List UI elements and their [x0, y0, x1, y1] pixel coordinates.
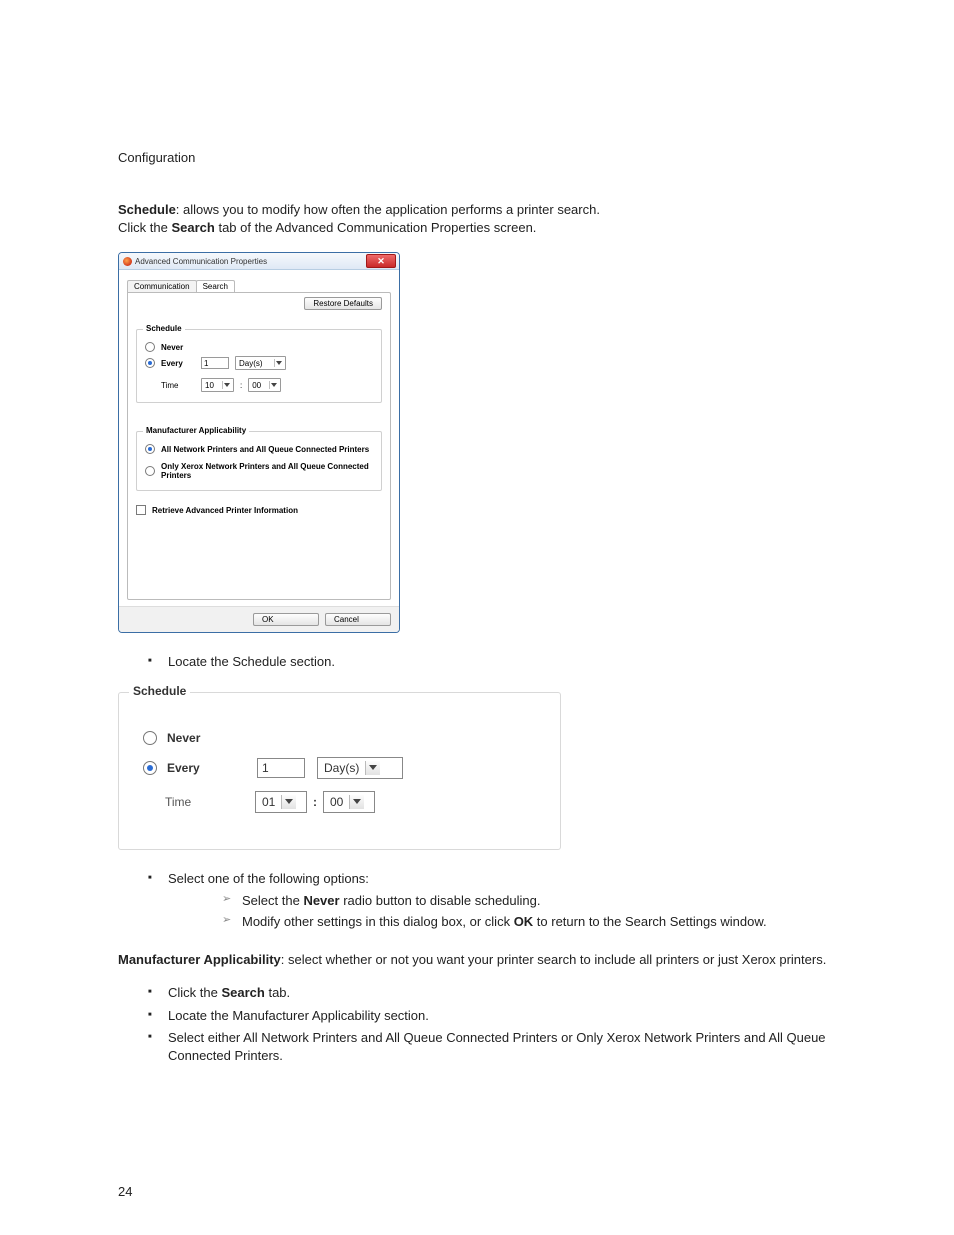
chevron-down-icon: [281, 795, 296, 809]
time-minute-select[interactable]: 00: [323, 791, 375, 813]
list-item: Select one of the following options: Sel…: [118, 870, 836, 932]
label-retrieve: Retrieve Advanced Printer Information: [152, 506, 298, 515]
label-mfg-xerox: Only Xerox Network Printers and All Queu…: [161, 462, 373, 480]
chevron-down-icon: [365, 761, 380, 775]
mfg-bold: Manufacturer Applicability: [118, 952, 281, 967]
time-minute-value: 00: [330, 795, 343, 809]
every-unit-value: Day(s): [324, 761, 359, 775]
list-item: Locate the Manufacturer Applicability se…: [118, 1007, 836, 1025]
every-unit-select[interactable]: Day(s): [235, 356, 286, 370]
radio-never[interactable]: [145, 342, 155, 352]
mfg-group-legend: Manufacturer Applicability: [143, 426, 249, 435]
list-item: Modify other settings in this dialog box…: [168, 913, 836, 931]
label-every: Every: [161, 359, 195, 368]
dialog-titlebar[interactable]: Advanced Communication Properties ✕: [119, 253, 399, 270]
intro-line2-bold: Search: [171, 220, 214, 235]
label-time: Time: [165, 795, 223, 809]
app-icon: [123, 257, 132, 266]
mfg-paragraph: Manufacturer Applicability: select wheth…: [118, 951, 836, 969]
intro-rest: : allows you to modify how often the app…: [176, 202, 600, 217]
list-item: Click the Search tab.: [118, 984, 836, 1002]
dialog-title: Advanced Communication Properties: [135, 257, 267, 266]
radio-every[interactable]: [145, 358, 155, 368]
page-number: 24: [118, 1184, 132, 1199]
every-value-input[interactable]: 1: [257, 758, 305, 778]
intro-paragraph: Schedule: allows you to modify how often…: [118, 201, 836, 237]
list-item: Select the Never radio button to disable…: [168, 892, 836, 910]
cancel-button[interactable]: Cancel: [325, 613, 391, 626]
schedule-zoom-legend: Schedule: [129, 684, 190, 698]
list-item: Locate the Schedule section.: [118, 653, 836, 671]
close-icon[interactable]: ✕: [366, 254, 396, 268]
time-separator: :: [240, 381, 242, 390]
every-value-input[interactable]: 1: [201, 357, 229, 369]
radio-mfg-all[interactable]: [145, 444, 155, 454]
tab-search[interactable]: Search: [196, 280, 235, 292]
radio-mfg-xerox[interactable]: [145, 466, 155, 476]
chevron-down-icon: [269, 381, 278, 389]
every-unit-select[interactable]: Day(s): [317, 757, 403, 779]
intro-line2-a: Click the: [118, 220, 171, 235]
restore-defaults-button[interactable]: Restore Defaults: [304, 297, 382, 310]
list-item: Select either All Network Printers and A…: [118, 1029, 836, 1065]
tab-communication[interactable]: Communication: [127, 280, 197, 292]
ok-button[interactable]: OK: [253, 613, 319, 626]
dialog-window: Advanced Communication Properties ✕ Comm…: [118, 252, 400, 633]
chevron-down-icon: [349, 795, 364, 809]
every-unit-value: Day(s): [239, 359, 263, 368]
schedule-zoom: Schedule Never Every 1 Day(s) Time 01 :: [118, 692, 561, 850]
time-separator: :: [313, 795, 317, 809]
radio-every[interactable]: [143, 761, 157, 775]
time-hour-select[interactable]: 10: [201, 378, 234, 392]
label-time: Time: [161, 381, 195, 390]
section-title: Configuration: [118, 150, 836, 165]
time-minute-value: 00: [252, 381, 261, 390]
label-every: Every: [167, 761, 225, 775]
intro-line2-b: tab of the Advanced Communication Proper…: [215, 220, 537, 235]
intro-bold: Schedule: [118, 202, 176, 217]
chevron-down-icon: [274, 359, 283, 367]
label-mfg-all: All Network Printers and All Queue Conne…: [161, 445, 369, 454]
retrieve-checkbox[interactable]: [136, 505, 146, 515]
mfg-rest: : select whether or not you want your pr…: [281, 952, 827, 967]
time-hour-value: 01: [262, 795, 275, 809]
chevron-down-icon: [222, 381, 231, 389]
radio-never[interactable]: [143, 731, 157, 745]
time-hour-value: 10: [205, 381, 214, 390]
time-minute-select[interactable]: 00: [248, 378, 281, 392]
label-never: Never: [167, 731, 225, 745]
label-never: Never: [161, 343, 183, 352]
time-hour-select[interactable]: 01: [255, 791, 307, 813]
schedule-group-legend: Schedule: [143, 324, 185, 333]
